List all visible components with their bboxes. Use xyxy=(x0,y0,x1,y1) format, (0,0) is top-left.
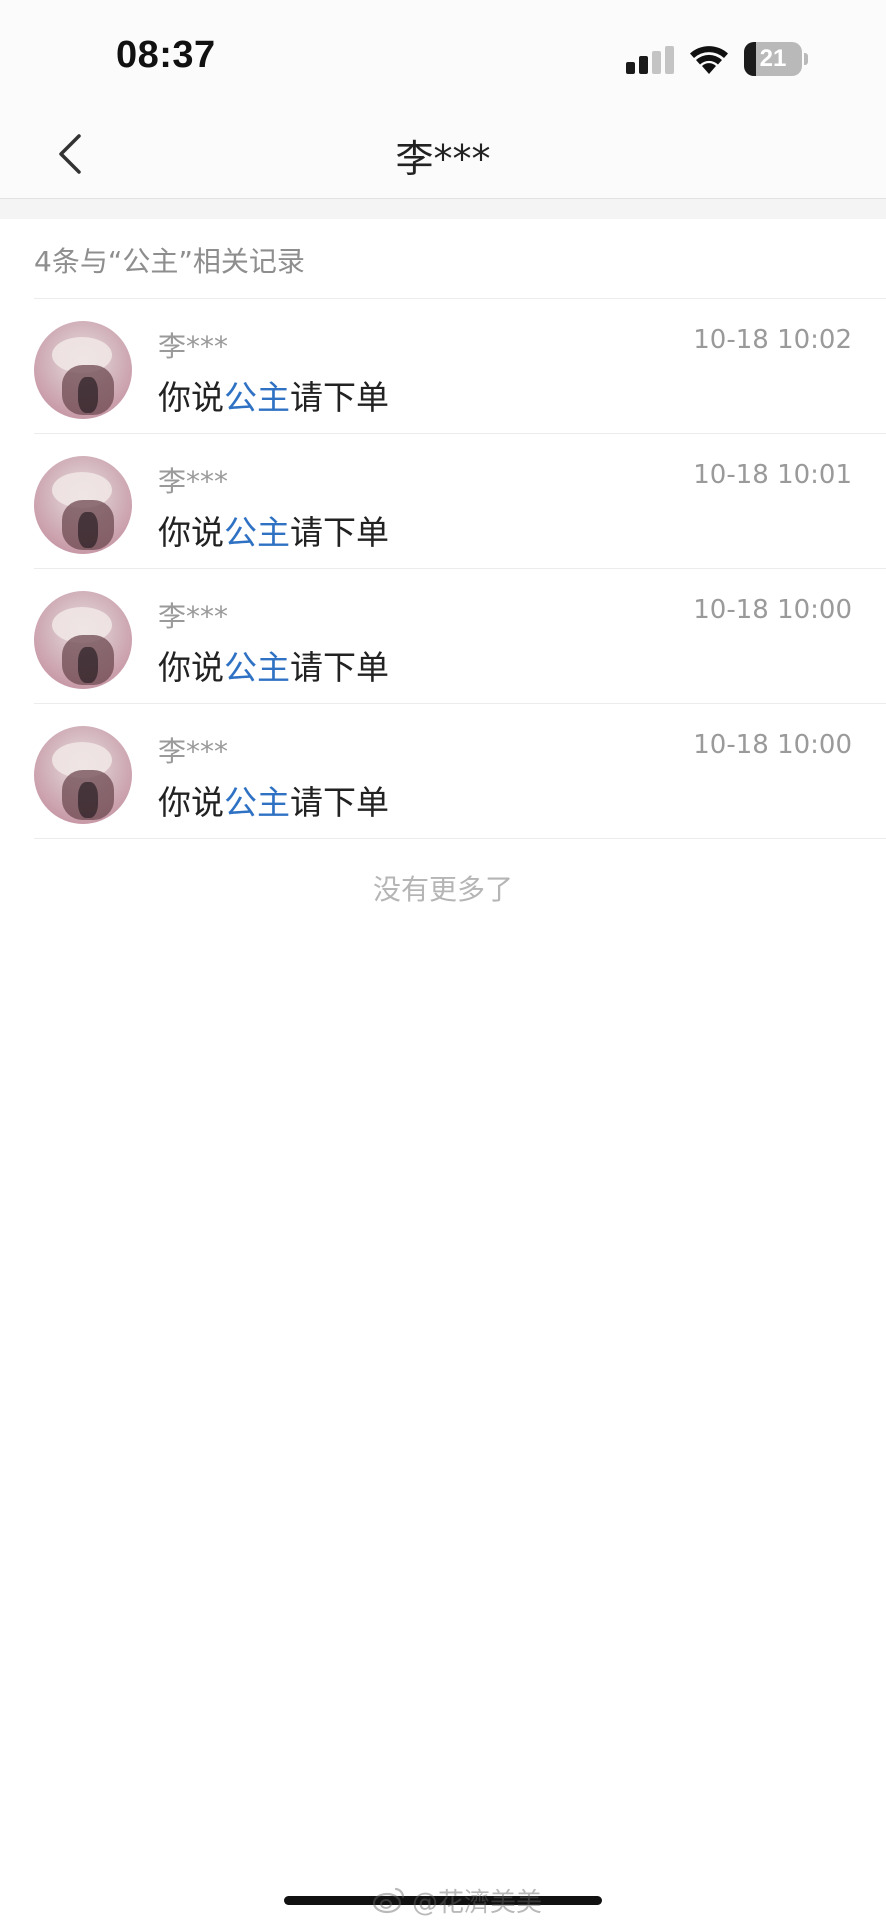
status-time: 08:37 xyxy=(116,34,216,76)
avatar xyxy=(34,456,132,554)
highlighted-keyword: 公主 xyxy=(224,513,290,552)
message-text: 你说公主请下单 xyxy=(158,776,389,824)
divider xyxy=(34,838,886,839)
message-text: 你说公主请下单 xyxy=(158,506,389,554)
message-text: 你说公主请下单 xyxy=(158,641,389,689)
list-item[interactable]: 李*** 10-18 10:01 你说公主请下单 xyxy=(0,434,886,569)
watermark: @花濟美美 xyxy=(372,1882,542,1918)
message-text-after: 请下单 xyxy=(290,783,389,822)
battery-level: 21 xyxy=(759,45,787,72)
list-item[interactable]: 李*** 10-18 10:00 你说公主请下单 xyxy=(0,569,886,704)
message-text-before: 你说 xyxy=(158,513,224,552)
sender-name: 李*** xyxy=(158,330,229,363)
message-text-after: 请下单 xyxy=(290,513,389,552)
message-text-before: 你说 xyxy=(158,648,224,687)
highlighted-keyword: 公主 xyxy=(224,648,290,687)
avatar xyxy=(34,591,132,689)
highlighted-keyword: 公主 xyxy=(224,378,290,417)
page-title: 李*** xyxy=(395,137,491,181)
message-time: 10-18 10:00 xyxy=(693,595,852,625)
battery-icon: 21 xyxy=(744,42,808,76)
weibo-icon xyxy=(372,1887,405,1914)
highlighted-keyword: 公主 xyxy=(224,783,290,822)
watermark-text: @花濟美美 xyxy=(412,1887,543,1918)
sender-name: 李*** xyxy=(158,600,229,633)
list-item[interactable]: 李*** 10-18 10:00 你说公主请下单 xyxy=(0,704,886,839)
message-text-after: 请下单 xyxy=(290,648,389,687)
result-list: 李*** 10-18 10:02 你说公主请下单 李*** 10-18 10:0… xyxy=(0,299,886,839)
message-text-before: 你说 xyxy=(158,378,224,417)
sender-name: 李*** xyxy=(158,465,229,498)
status-bar: 08:37 21 xyxy=(0,0,886,110)
message-time: 10-18 10:02 xyxy=(693,325,852,355)
result-summary: 4条与“公主”相关记录 xyxy=(34,245,305,278)
sender-name: 李*** xyxy=(158,735,229,768)
wifi-icon xyxy=(690,46,728,74)
message-time: 10-18 10:00 xyxy=(693,730,852,760)
message-text: 你说公主请下单 xyxy=(158,371,389,419)
message-text-before: 你说 xyxy=(158,783,224,822)
section-gap xyxy=(0,199,886,219)
avatar xyxy=(34,321,132,419)
signal-icon xyxy=(626,46,674,74)
list-item[interactable]: 李*** 10-18 10:02 你说公主请下单 xyxy=(0,299,886,434)
message-text-after: 请下单 xyxy=(290,378,389,417)
message-time: 10-18 10:01 xyxy=(693,460,852,490)
no-more-label: 没有更多了 xyxy=(372,873,513,906)
nav-bar: 李*** xyxy=(0,110,886,199)
avatar xyxy=(34,726,132,824)
